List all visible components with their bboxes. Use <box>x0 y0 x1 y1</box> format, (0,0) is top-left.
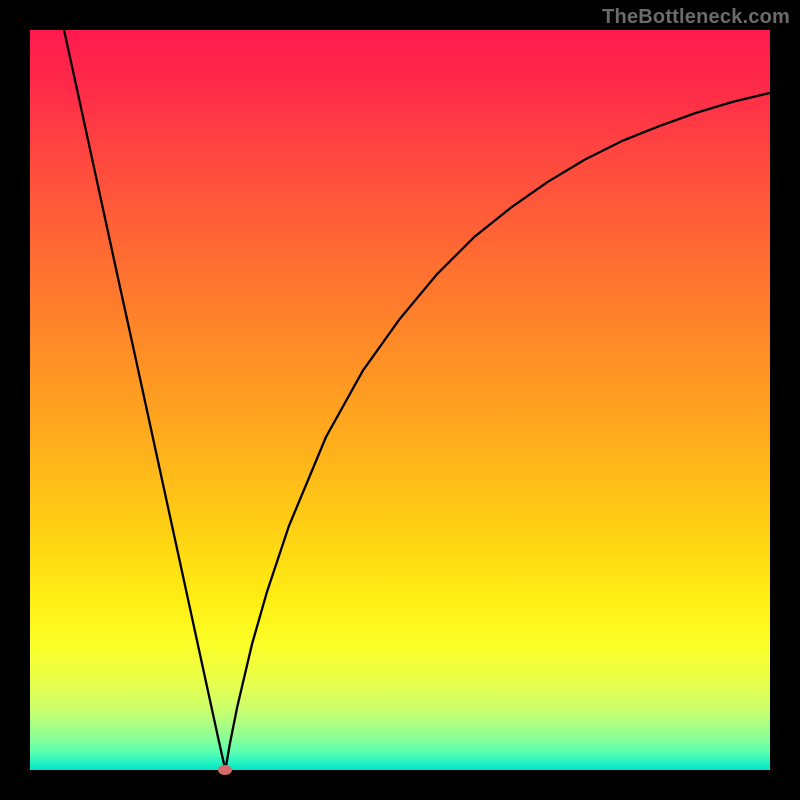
plot-area <box>30 30 770 770</box>
bottleneck-curve <box>30 30 770 770</box>
watermark: TheBottleneck.com <box>602 6 790 29</box>
chart-container: TheBottleneck.com <box>0 0 800 800</box>
minimum-marker <box>218 765 232 775</box>
